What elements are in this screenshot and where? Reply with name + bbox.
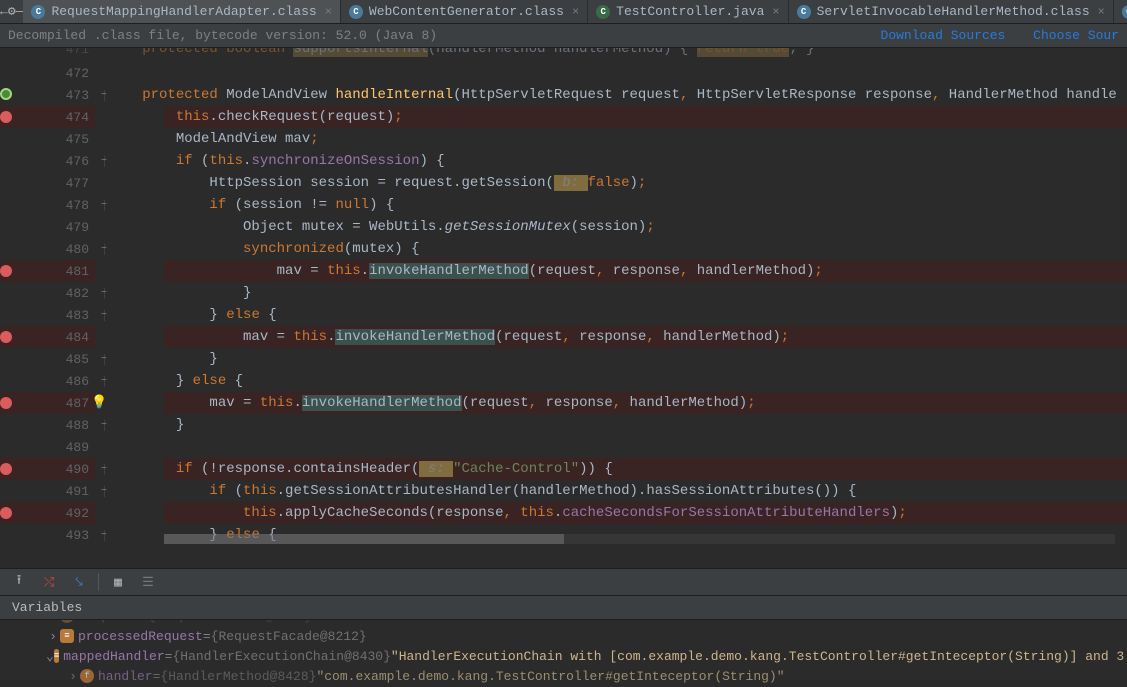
restore-layout-icon[interactable]: ⭱ [8, 571, 30, 593]
fold-icon[interactable]: − [101, 464, 107, 475]
field-icon: ≡ [54, 649, 59, 663]
var-value: {HandlerMethod@8428} [160, 669, 316, 684]
bulb-icon[interactable]: 💡 [91, 395, 107, 410]
tab-servlet-invocable[interactable]: C ServletInvocableHandlerMethod.class × [789, 0, 1114, 24]
breakpoint-icon[interactable] [0, 397, 12, 409]
fold-icon[interactable]: − [101, 486, 107, 497]
close-icon[interactable]: × [1098, 5, 1105, 19]
decompile-info-bar: Decompiled .class file, bytecode version… [0, 24, 1127, 48]
breakpoint-icon[interactable] [0, 507, 12, 519]
scrollbar-thumb[interactable] [164, 534, 564, 544]
close-icon[interactable]: × [772, 5, 779, 19]
download-sources-link[interactable]: Download Sources [881, 28, 1006, 43]
object-icon: p [60, 620, 74, 623]
horizontal-scrollbar[interactable] [164, 534, 1115, 544]
var-name: mappedHandler [63, 649, 164, 664]
expand-icon[interactable]: › [46, 620, 60, 624]
fold-icon[interactable]: − [101, 420, 107, 431]
expand-icon[interactable]: › [66, 669, 80, 684]
tab-label: ServletInvocableHandlerMethod.class [817, 4, 1090, 19]
fold-icon[interactable]: − [101, 288, 107, 299]
fold-icon[interactable]: − [101, 244, 107, 255]
tab-invocable[interactable]: C InvocableHandle [1114, 0, 1127, 24]
debug-toolbar: ⭱ ⤭ ⤥ ▦ ☰ [0, 568, 1127, 596]
variables-title: Variables [12, 600, 82, 615]
variables-panel-header: Variables [0, 596, 1127, 620]
fold-icon[interactable]: − [101, 310, 107, 321]
expand-icon[interactable]: ⌄ [46, 649, 54, 664]
class-file-icon: C [1122, 5, 1127, 19]
tab-webcontent[interactable]: C WebContentGenerator.class × [341, 0, 588, 24]
fold-icon[interactable]: − [101, 530, 107, 541]
fold-icon[interactable]: − [101, 354, 107, 365]
var-value: {ResponseFacade@8213} [148, 620, 312, 624]
class-file-icon: C [349, 5, 363, 19]
fold-icon[interactable]: − [101, 200, 107, 211]
line-number: 471 [0, 48, 89, 57]
fold-icon[interactable]: − [101, 376, 107, 387]
tab-label: WebContentGenerator.class [369, 4, 564, 19]
var-name: response [78, 620, 140, 624]
decompile-info-text: Decompiled .class file, bytecode version… [8, 28, 437, 43]
var-string: "HandlerExecutionChain with [com.example… [391, 649, 1127, 664]
minimize-icon[interactable]: — [16, 0, 24, 24]
variables-panel[interactable]: › p response = {ResponseFacade@8213} › ≡… [0, 620, 1127, 687]
choose-sources-link[interactable]: Choose Sour [1033, 28, 1119, 43]
step-into-icon[interactable]: ⤥ [68, 571, 90, 593]
back-icon[interactable]: ← [0, 0, 8, 24]
var-name: processedRequest [78, 629, 203, 644]
run-gutter-icon[interactable] [0, 88, 12, 100]
breakpoint-icon[interactable] [0, 463, 12, 475]
class-file-icon: C [797, 5, 811, 19]
breakpoint-icon[interactable] [0, 111, 12, 123]
fold-icon[interactable]: − [101, 90, 107, 101]
tab-request-mapping[interactable]: C RequestMappingHandlerAdapter.class × [23, 0, 340, 24]
editor-tabs-bar: ← ⚙ — C RequestMappingHandlerAdapter.cla… [0, 0, 1127, 24]
var-name: handler [98, 669, 153, 684]
breakpoint-icon[interactable] [0, 265, 12, 277]
tab-testcontroller[interactable]: C TestController.java × [588, 0, 788, 24]
var-value: {HandlerExecutionChain@8430} [172, 649, 390, 664]
tab-label: TestController.java [616, 4, 764, 19]
grid-view-icon[interactable]: ▦ [107, 571, 129, 593]
object-icon: f [80, 669, 94, 683]
tab-label: RequestMappingHandlerAdapter.class [51, 4, 316, 19]
java-file-icon: C [596, 5, 610, 19]
close-icon[interactable]: × [325, 5, 332, 19]
step-over-icon[interactable]: ⤭ [38, 571, 60, 593]
var-value: {RequestFacade@8212} [211, 629, 367, 644]
line-number: 472 [0, 66, 89, 81]
gear-icon[interactable]: ⚙ [8, 0, 16, 24]
breakpoint-icon[interactable] [0, 331, 12, 343]
class-file-icon: C [31, 5, 45, 19]
var-string: "com.example.demo.kang.TestController#ge… [316, 669, 784, 684]
fold-icon[interactable]: − [101, 156, 107, 167]
separator [98, 573, 99, 591]
code-editor[interactable]: 471 protected boolean supportsInternal(H… [0, 48, 1127, 544]
expand-icon[interactable]: › [46, 629, 60, 644]
close-icon[interactable]: × [572, 5, 579, 19]
field-icon: ≡ [60, 629, 74, 643]
list-view-icon[interactable]: ☰ [137, 571, 159, 593]
